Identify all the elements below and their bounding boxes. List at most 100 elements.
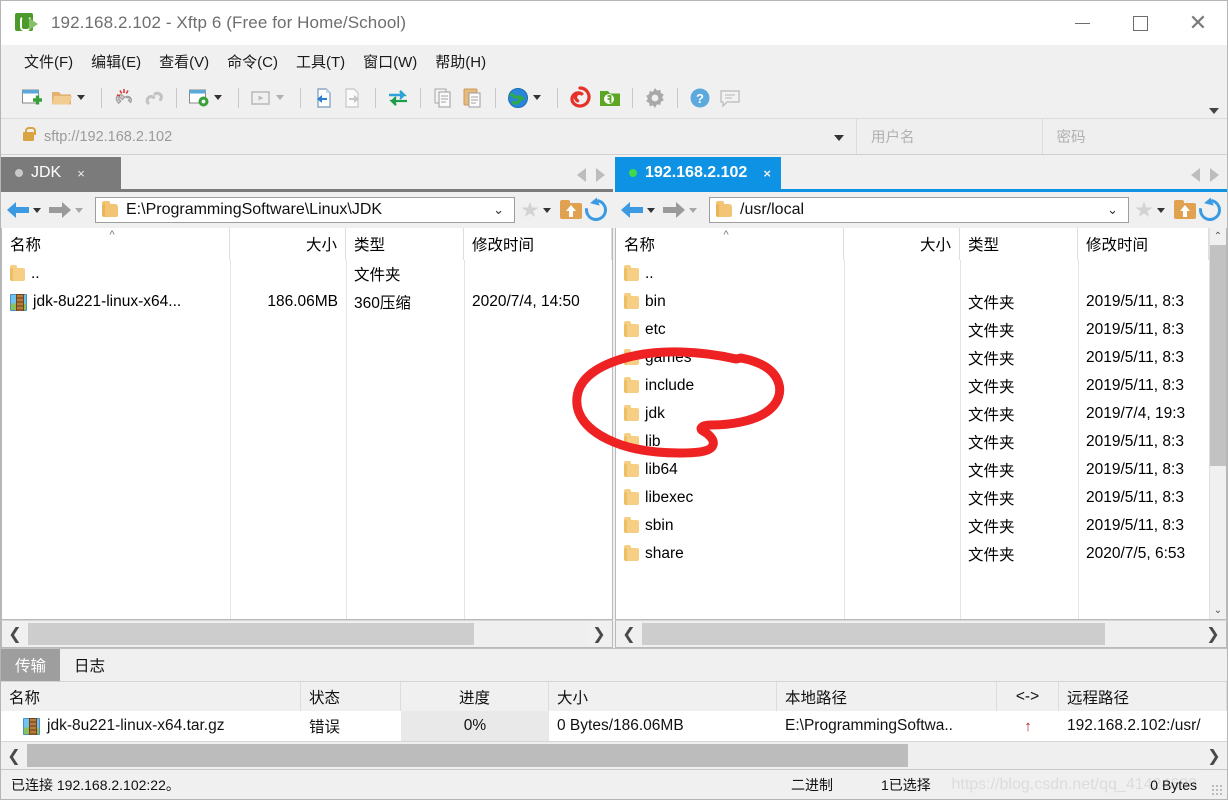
tab-transfer[interactable]: 传输: [1, 649, 61, 681]
local-path-input[interactable]: E:\ProgrammingSoftware\Linux\JDK ⌄: [95, 197, 515, 223]
chevron-down-icon[interactable]: ⌄: [1103, 202, 1122, 218]
xshell-button[interactable]: [565, 83, 595, 113]
tab-scroll-left-icon[interactable]: [577, 168, 586, 182]
run-button[interactable]: [246, 83, 293, 113]
scroll-down-icon[interactable]: ⌄: [1210, 602, 1226, 619]
transfer-in-button[interactable]: [308, 83, 338, 113]
bookmark-dropdown[interactable]: [543, 207, 551, 213]
menu-view[interactable]: 查看(V): [150, 47, 218, 76]
close-icon[interactable]: ×: [77, 166, 85, 181]
scroll-right-icon[interactable]: ❯: [586, 621, 612, 647]
new-session-button[interactable]: [17, 83, 47, 113]
disconnect-button[interactable]: [109, 83, 139, 113]
column-header-modified[interactable]: 修改时间: [1078, 228, 1209, 260]
globe-dropdown[interactable]: [533, 95, 541, 100]
password-input[interactable]: 密码: [1043, 119, 1228, 154]
session-properties-button[interactable]: [184, 83, 231, 113]
table-row[interactable]: ..: [616, 260, 1209, 288]
maximize-button[interactable]: [1111, 1, 1169, 45]
toolbar-overflow-chevron[interactable]: [1209, 108, 1219, 114]
table-row[interactable]: libexec 文件夹 2019/5/11, 8:3: [616, 484, 1209, 512]
tab-log[interactable]: 日志: [60, 649, 119, 681]
open-folder-dropdown[interactable]: [77, 95, 85, 100]
refresh-icon[interactable]: [1194, 194, 1226, 226]
help-button[interactable]: ?: [685, 83, 715, 113]
remote-vertical-scrollbar[interactable]: ⌃ ⌄: [1209, 228, 1226, 619]
scroll-up-icon[interactable]: ⌃: [1210, 228, 1226, 245]
scroll-thumb[interactable]: [27, 744, 908, 767]
xftp-green-button[interactable]: [595, 83, 625, 113]
star-icon[interactable]: [521, 201, 539, 217]
local-horizontal-scrollbar[interactable]: ❮ ❯: [1, 620, 613, 648]
column-header-size[interactable]: 大小: [844, 228, 960, 260]
transfer-horizontal-scrollbar[interactable]: ❮ ❯: [1, 741, 1227, 769]
link-button[interactable]: [139, 83, 169, 113]
column-header-progress[interactable]: 进度: [401, 682, 549, 711]
table-row[interactable]: etc 文件夹 2019/5/11, 8:3: [616, 316, 1209, 344]
up-folder-icon[interactable]: [559, 200, 583, 220]
scroll-right-icon[interactable]: ❯: [1200, 621, 1226, 647]
copy-button[interactable]: [428, 83, 458, 113]
table-row[interactable]: .. 文件夹: [2, 260, 612, 288]
remote-horizontal-scrollbar[interactable]: ❮ ❯: [615, 620, 1227, 648]
open-folder-button[interactable]: [47, 83, 94, 113]
star-icon[interactable]: [1135, 201, 1153, 217]
scroll-left-icon[interactable]: ❮: [1, 742, 27, 769]
forward-history-dropdown[interactable]: [75, 207, 83, 213]
table-row[interactable]: bin 文件夹 2019/5/11, 8:3: [616, 288, 1209, 316]
menu-tools[interactable]: 工具(T): [287, 47, 354, 76]
table-row[interactable]: jdk-8u221-linux-x64... 186.06MB 360压缩 20…: [2, 288, 612, 316]
back-history-dropdown[interactable]: [647, 207, 655, 213]
menu-command[interactable]: 命令(C): [218, 47, 287, 76]
tab-jdk[interactable]: JDK ×: [1, 157, 121, 189]
menu-help[interactable]: 帮助(H): [426, 47, 495, 76]
close-icon[interactable]: ×: [763, 166, 771, 181]
column-header-local-path[interactable]: 本地路径: [777, 682, 997, 711]
up-folder-icon[interactable]: [1173, 200, 1197, 220]
tab-scroll-left-icon[interactable]: [1191, 168, 1200, 182]
back-arrow-icon[interactable]: [621, 202, 643, 218]
menu-file[interactable]: 文件(F): [15, 47, 82, 76]
table-row[interactable]: lib 文件夹 2019/5/11, 8:3: [616, 428, 1209, 456]
resize-grip[interactable]: [1211, 784, 1223, 796]
chat-button[interactable]: [715, 83, 745, 113]
column-header-direction[interactable]: <->: [997, 682, 1059, 711]
table-row[interactable]: games 文件夹 2019/5/11, 8:3: [616, 344, 1209, 372]
scroll-track[interactable]: [28, 621, 586, 647]
forward-arrow-icon[interactable]: [49, 202, 71, 218]
column-header-modified[interactable]: 修改时间: [464, 228, 612, 260]
column-header-type[interactable]: 类型: [346, 228, 464, 260]
url-field[interactable]: sftp://192.168.2.102: [1, 119, 857, 154]
run-dropdown[interactable]: [276, 95, 284, 100]
forward-arrow-icon[interactable]: [663, 202, 685, 218]
column-header-type[interactable]: 类型: [960, 228, 1078, 260]
remote-path-input[interactable]: /usr/local ⌄: [709, 197, 1129, 223]
tab-scroll-right-icon[interactable]: [596, 168, 605, 182]
table-row[interactable]: jdk-8u221-linux-x64.tar.gz 错误 0% 0 Bytes…: [1, 711, 1227, 741]
scroll-track[interactable]: [27, 742, 1201, 769]
sync-transfer-button[interactable]: [383, 83, 413, 113]
back-history-dropdown[interactable]: [33, 207, 41, 213]
scroll-track[interactable]: [642, 621, 1200, 647]
session-properties-dropdown[interactable]: [214, 95, 222, 100]
scroll-left-icon[interactable]: ❮: [2, 621, 28, 647]
column-header-name[interactable]: 名称 ^: [2, 228, 230, 260]
table-row[interactable]: lib64 文件夹 2019/5/11, 8:3: [616, 456, 1209, 484]
tab-scroll-right-icon[interactable]: [1210, 168, 1219, 182]
close-button[interactable]: ✕: [1169, 1, 1227, 45]
column-header-size[interactable]: 大小: [549, 682, 777, 711]
menu-edit[interactable]: 编辑(E): [82, 47, 150, 76]
column-header-name[interactable]: 名称 ^: [616, 228, 844, 260]
table-row[interactable]: include 文件夹 2019/5/11, 8:3: [616, 372, 1209, 400]
scroll-thumb[interactable]: [642, 623, 1106, 645]
column-header-status[interactable]: 状态: [301, 682, 401, 711]
table-row[interactable]: share 文件夹 2020/7/5, 6:53: [616, 540, 1209, 568]
scroll-right-icon[interactable]: ❯: [1201, 742, 1227, 769]
globe-button[interactable]: [503, 83, 550, 113]
menu-window[interactable]: 窗口(W): [354, 47, 426, 76]
paste-button[interactable]: [458, 83, 488, 113]
forward-history-dropdown[interactable]: [689, 207, 697, 213]
scroll-thumb[interactable]: [1210, 245, 1226, 467]
chevron-down-icon[interactable]: [834, 134, 844, 141]
scroll-left-icon[interactable]: ❮: [616, 621, 642, 647]
